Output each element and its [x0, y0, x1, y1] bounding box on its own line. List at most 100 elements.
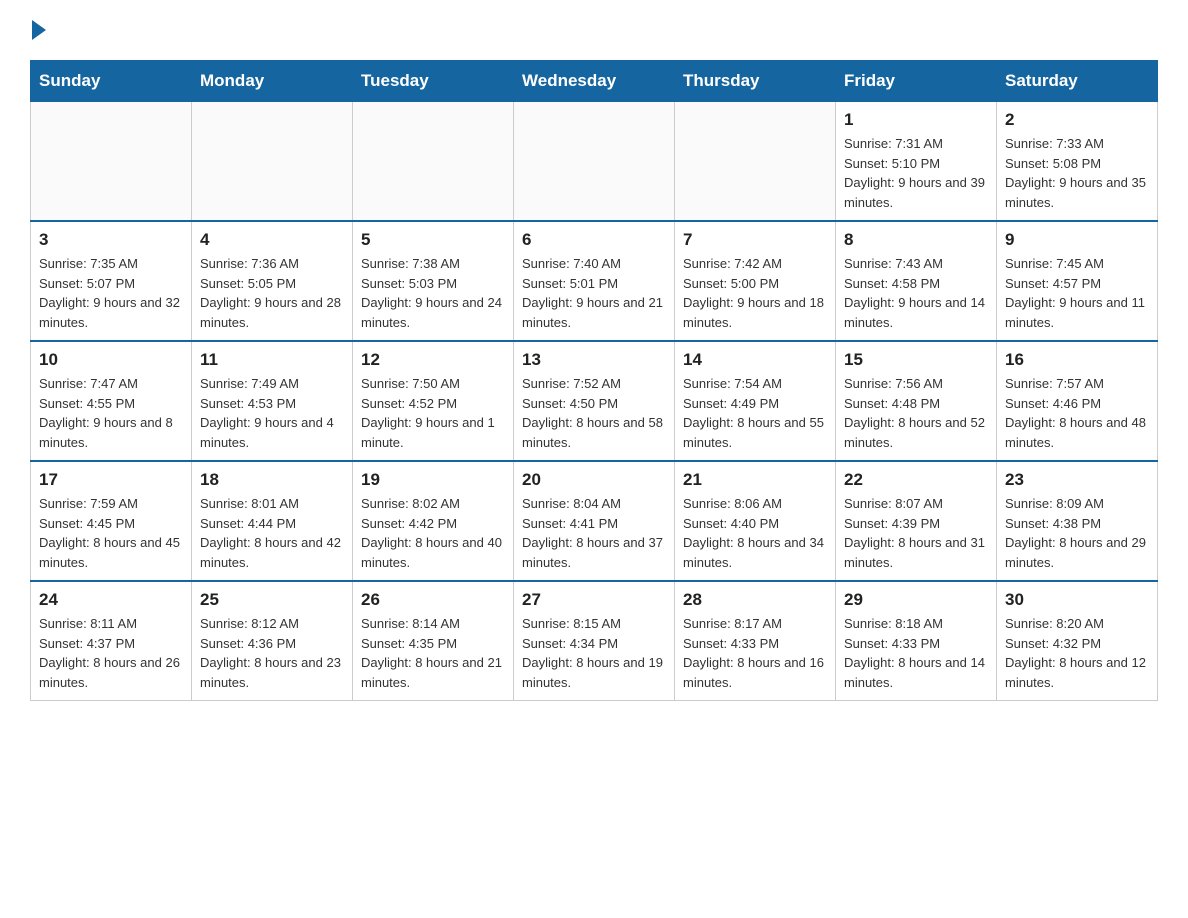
calendar-cell: 18Sunrise: 8:01 AM Sunset: 4:44 PM Dayli… [192, 461, 353, 581]
calendar-header-row: SundayMondayTuesdayWednesdayThursdayFrid… [31, 61, 1158, 102]
day-info: Sunrise: 7:36 AM Sunset: 5:05 PM Dayligh… [200, 254, 344, 332]
calendar-cell: 25 Sunrise: 8:12 AM Sunset: 4:36 PM Dayli… [192, 581, 353, 701]
day-info: Sunrise: 7:40 AM Sunset: 5:01 PM Dayligh… [522, 254, 666, 332]
day-number: 16 [1005, 350, 1149, 370]
day-number: 30 [1005, 590, 1149, 610]
day-info: Sunrise: 7:57 AM Sunset: 4:46 PM Dayligh… [1005, 374, 1149, 452]
calendar-cell: 17 Sunrise: 7:59 AM Sunset: 4:45 PM Dayli… [31, 461, 192, 581]
day-info: Sunrise: 8:14 AM Sunset: 4:35 PM Dayligh… [361, 614, 505, 692]
day-info: Sunrise: 7:56 AM Sunset: 4:48 PM Dayligh… [844, 374, 988, 452]
calendar: SundayMondayTuesdayWednesdayThursdayFrid… [30, 60, 1158, 701]
calendar-cell: 23Sunrise: 8:09 AM Sunset: 4:38 PM Dayli… [997, 461, 1158, 581]
day-number: 25 [200, 590, 344, 610]
calendar-cell: 29 Sunrise: 8:18 AM Sunset: 4:33 PM Dayli… [836, 581, 997, 701]
day-number: 3 [39, 230, 183, 250]
day-of-week-header: Thursday [675, 61, 836, 102]
day-number: 8 [844, 230, 988, 250]
calendar-cell: 22 Sunrise: 8:07 AM Sunset: 4:39 PM Dayli… [836, 461, 997, 581]
calendar-week-row: 17 Sunrise: 7:59 AM Sunset: 4:45 PM Dayli… [31, 461, 1158, 581]
day-info: Sunrise: 8:02 AM Sunset: 4:42 PM Dayligh… [361, 494, 505, 572]
calendar-cell: 15 Sunrise: 7:56 AM Sunset: 4:48 PM Dayli… [836, 341, 997, 461]
calendar-cell: 28 Sunrise: 8:17 AM Sunset: 4:33 PM Dayli… [675, 581, 836, 701]
calendar-cell: 21 Sunrise: 8:06 AM Sunset: 4:40 PM Dayli… [675, 461, 836, 581]
calendar-cell: 16 Sunrise: 7:57 AM Sunset: 4:46 PM Dayli… [997, 341, 1158, 461]
day-number: 5 [361, 230, 505, 250]
day-info: Sunrise: 8:12 AM Sunset: 4:36 PM Dayligh… [200, 614, 344, 692]
day-number: 28 [683, 590, 827, 610]
calendar-cell: 4 Sunrise: 7:36 AM Sunset: 5:05 PM Daylig… [192, 221, 353, 341]
calendar-cell: 9 Sunrise: 7:45 AM Sunset: 4:57 PM Daylig… [997, 221, 1158, 341]
calendar-cell: 27Sunrise: 8:15 AM Sunset: 4:34 PM Dayli… [514, 581, 675, 701]
calendar-cell: 26 Sunrise: 8:14 AM Sunset: 4:35 PM Dayli… [353, 581, 514, 701]
calendar-cell: 10 Sunrise: 7:47 AM Sunset: 4:55 PM Dayli… [31, 341, 192, 461]
day-number: 21 [683, 470, 827, 490]
day-number: 22 [844, 470, 988, 490]
day-info: Sunrise: 8:04 AM Sunset: 4:41 PM Dayligh… [522, 494, 666, 572]
day-info: Sunrise: 7:42 AM Sunset: 5:00 PM Dayligh… [683, 254, 827, 332]
day-number: 12 [361, 350, 505, 370]
calendar-week-row: 24 Sunrise: 8:11 AM Sunset: 4:37 PM Dayli… [31, 581, 1158, 701]
day-number: 26 [361, 590, 505, 610]
day-number: 24 [39, 590, 183, 610]
calendar-cell: 19 Sunrise: 8:02 AM Sunset: 4:42 PM Dayli… [353, 461, 514, 581]
day-info: Sunrise: 7:49 AM Sunset: 4:53 PM Dayligh… [200, 374, 344, 452]
day-of-week-header: Monday [192, 61, 353, 102]
day-info: Sunrise: 8:06 AM Sunset: 4:40 PM Dayligh… [683, 494, 827, 572]
calendar-cell: 13 Sunrise: 7:52 AM Sunset: 4:50 PM Dayli… [514, 341, 675, 461]
day-number: 13 [522, 350, 666, 370]
day-of-week-header: Saturday [997, 61, 1158, 102]
calendar-cell: 6 Sunrise: 7:40 AM Sunset: 5:01 PM Daylig… [514, 221, 675, 341]
logo-triangle-icon [32, 20, 46, 40]
day-info: Sunrise: 7:43 AM Sunset: 4:58 PM Dayligh… [844, 254, 988, 332]
calendar-cell [31, 102, 192, 222]
day-of-week-header: Tuesday [353, 61, 514, 102]
calendar-week-row: 10 Sunrise: 7:47 AM Sunset: 4:55 PM Dayli… [31, 341, 1158, 461]
day-info: Sunrise: 7:47 AM Sunset: 4:55 PM Dayligh… [39, 374, 183, 452]
calendar-cell [514, 102, 675, 222]
header [30, 20, 1158, 40]
day-info: Sunrise: 8:17 AM Sunset: 4:33 PM Dayligh… [683, 614, 827, 692]
day-info: Sunrise: 7:59 AM Sunset: 4:45 PM Dayligh… [39, 494, 183, 572]
day-number: 1 [844, 110, 988, 130]
day-number: 19 [361, 470, 505, 490]
day-info: Sunrise: 8:20 AM Sunset: 4:32 PM Dayligh… [1005, 614, 1149, 692]
calendar-cell: 11 Sunrise: 7:49 AM Sunset: 4:53 PM Dayli… [192, 341, 353, 461]
day-number: 6 [522, 230, 666, 250]
calendar-week-row: 1 Sunrise: 7:31 AM Sunset: 5:10 PM Daylig… [31, 102, 1158, 222]
day-number: 18 [200, 470, 344, 490]
day-number: 2 [1005, 110, 1149, 130]
day-info: Sunrise: 7:45 AM Sunset: 4:57 PM Dayligh… [1005, 254, 1149, 332]
day-info: Sunrise: 7:54 AM Sunset: 4:49 PM Dayligh… [683, 374, 827, 452]
day-of-week-header: Sunday [31, 61, 192, 102]
day-number: 29 [844, 590, 988, 610]
logo [30, 20, 46, 40]
day-info: Sunrise: 8:07 AM Sunset: 4:39 PM Dayligh… [844, 494, 988, 572]
day-info: Sunrise: 7:38 AM Sunset: 5:03 PM Dayligh… [361, 254, 505, 332]
day-info: Sunrise: 8:11 AM Sunset: 4:37 PM Dayligh… [39, 614, 183, 692]
day-of-week-header: Friday [836, 61, 997, 102]
calendar-cell: 12 Sunrise: 7:50 AM Sunset: 4:52 PM Dayli… [353, 341, 514, 461]
day-info: Sunrise: 7:33 AM Sunset: 5:08 PM Dayligh… [1005, 134, 1149, 212]
calendar-cell: 14Sunrise: 7:54 AM Sunset: 4:49 PM Dayli… [675, 341, 836, 461]
calendar-cell: 8 Sunrise: 7:43 AM Sunset: 4:58 PM Daylig… [836, 221, 997, 341]
day-number: 17 [39, 470, 183, 490]
day-number: 10 [39, 350, 183, 370]
day-number: 23 [1005, 470, 1149, 490]
day-number: 9 [1005, 230, 1149, 250]
day-number: 7 [683, 230, 827, 250]
day-info: Sunrise: 7:31 AM Sunset: 5:10 PM Dayligh… [844, 134, 988, 212]
day-info: Sunrise: 7:35 AM Sunset: 5:07 PM Dayligh… [39, 254, 183, 332]
calendar-cell: 30 Sunrise: 8:20 AM Sunset: 4:32 PM Dayli… [997, 581, 1158, 701]
calendar-cell [192, 102, 353, 222]
day-number: 11 [200, 350, 344, 370]
day-number: 4 [200, 230, 344, 250]
calendar-cell: 7 Sunrise: 7:42 AM Sunset: 5:00 PM Daylig… [675, 221, 836, 341]
day-number: 27 [522, 590, 666, 610]
calendar-cell: 24 Sunrise: 8:11 AM Sunset: 4:37 PM Dayli… [31, 581, 192, 701]
day-number: 15 [844, 350, 988, 370]
day-number: 20 [522, 470, 666, 490]
calendar-cell: 3 Sunrise: 7:35 AM Sunset: 5:07 PM Daylig… [31, 221, 192, 341]
day-info: Sunrise: 8:18 AM Sunset: 4:33 PM Dayligh… [844, 614, 988, 692]
day-info: Sunrise: 7:50 AM Sunset: 4:52 PM Dayligh… [361, 374, 505, 452]
day-info: Sunrise: 7:52 AM Sunset: 4:50 PM Dayligh… [522, 374, 666, 452]
